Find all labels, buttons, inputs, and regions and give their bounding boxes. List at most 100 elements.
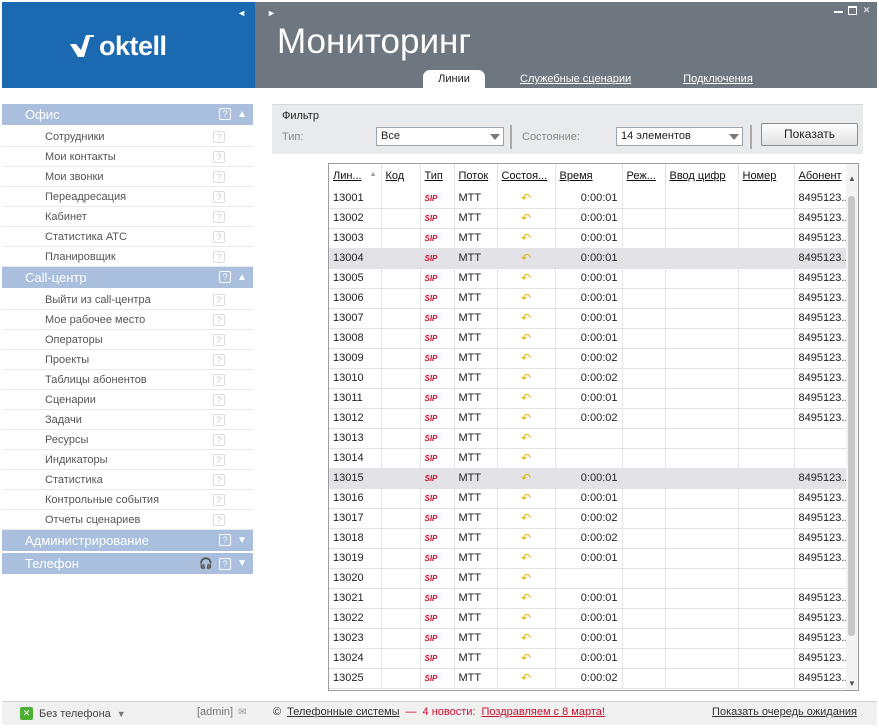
help-icon[interactable]: ? xyxy=(213,334,225,346)
scrollbar-thumb[interactable] xyxy=(848,196,855,636)
help-icon[interactable]: ? xyxy=(213,514,225,526)
table-row[interactable]: 13001 SIP MTT ↶ 0:00:01 8495123... xyxy=(329,188,848,209)
help-icon[interactable]: ? xyxy=(213,474,225,486)
table-row[interactable]: 13013 SIP MTT ↶ xyxy=(329,428,848,449)
sidebar-item[interactable]: Кабинет? xyxy=(2,207,253,227)
table-row[interactable]: 13022 SIP MTT ↶ 0:00:01 8495123... xyxy=(329,608,848,629)
table-row[interactable]: 13023 SIP MTT ↶ 0:00:01 8495123... xyxy=(329,628,848,649)
column-header[interactable]: Реж... xyxy=(622,164,666,188)
sidebar-item[interactable]: Мои звонки? xyxy=(2,167,253,187)
sidebar-item[interactable]: Мое рабочее место? xyxy=(2,310,253,330)
column-header[interactable]: Код xyxy=(381,164,421,188)
expand-section-icon[interactable]: ▼ xyxy=(237,535,247,546)
collapse-sidebar-icon[interactable]: ◄ xyxy=(237,8,246,18)
column-header[interactable]: Поток xyxy=(454,164,498,188)
sidebar-item[interactable]: Отчеты сценариев? xyxy=(2,510,253,530)
column-header[interactable]: Ввод цифр xyxy=(665,164,739,188)
table-row[interactable]: 13009 SIP MTT ↶ 0:00:02 8495123... xyxy=(329,348,848,369)
column-header[interactable]: Лин... ▲ xyxy=(329,164,382,188)
sidebar-item[interactable]: Таблицы абонентов? xyxy=(2,370,253,390)
help-icon[interactable]: ? xyxy=(213,394,225,406)
table-row[interactable]: 13021 SIP MTT ↶ 0:00:01 8495123... xyxy=(329,588,848,609)
tab-service-scenarios[interactable]: Служебные сценарии xyxy=(520,70,631,88)
help-icon[interactable]: ? xyxy=(213,314,225,326)
state-select[interactable]: 14 элементов xyxy=(616,127,743,146)
sidebar-section-header[interactable]: Администрирование? ▼ xyxy=(2,530,253,551)
collapse-section-icon[interactable]: ▲ xyxy=(237,109,247,120)
scroll-up-icon[interactable]: ▲ xyxy=(848,174,856,183)
help-icon[interactable]: ? xyxy=(213,434,225,446)
help-icon[interactable]: ? xyxy=(213,251,225,263)
table-row[interactable]: 13024 SIP MTT ↶ 0:00:01 8495123... xyxy=(329,648,848,669)
help-icon[interactable]: ? xyxy=(213,454,225,466)
table-row[interactable]: 13014 SIP MTT ↶ xyxy=(329,448,848,469)
collapse-section-icon[interactable]: ▲ xyxy=(237,272,247,283)
help-icon[interactable]: ? xyxy=(213,171,225,183)
help-icon[interactable]: ? xyxy=(213,414,225,426)
close-icon[interactable]: ✕ xyxy=(862,6,871,15)
column-header[interactable]: Время xyxy=(555,164,623,188)
table-row[interactable]: 13020 SIP MTT ↶ xyxy=(329,568,848,589)
type-select[interactable]: Все xyxy=(376,127,504,146)
sidebar-section-header[interactable]: Офис? ▲ xyxy=(2,104,253,125)
column-header[interactable]: Номер xyxy=(738,164,795,188)
help-icon[interactable]: ? xyxy=(213,211,225,223)
table-row[interactable]: 13025 SIP MTT ↶ 0:00:02 8495123... xyxy=(329,668,848,689)
table-row[interactable]: 13012 SIP MTT ↶ 0:00:02 8495123... xyxy=(329,408,848,429)
sidebar-item[interactable]: Переадресация? xyxy=(2,187,253,207)
table-row[interactable]: 13006 SIP MTT ↶ 0:00:01 8495123... xyxy=(329,288,848,309)
maximize-icon[interactable] xyxy=(848,6,857,15)
table-row[interactable]: 13015 SIP MTT ↶ 0:00:01 8495123... xyxy=(329,468,848,489)
company-link[interactable]: Телефонные системы xyxy=(287,706,399,718)
sidebar-item[interactable]: Проекты? xyxy=(2,350,253,370)
table-row[interactable]: 13019 SIP MTT ↶ 0:00:01 8495123... xyxy=(329,548,848,569)
sidebar-item[interactable]: Выйти из call-центра? xyxy=(2,290,253,310)
phone-status[interactable]: ✕ Без телефона ▼ xyxy=(20,707,126,720)
table-row[interactable]: 13002 SIP MTT ↶ 0:00:01 8495123... xyxy=(329,208,848,229)
column-header[interactable]: Абонент xyxy=(794,164,848,188)
sidebar-item[interactable]: Операторы? xyxy=(2,330,253,350)
sidebar-section-header[interactable]: Call-центр? ▲ xyxy=(2,267,253,288)
column-header[interactable]: Тип xyxy=(420,164,455,188)
sidebar-item[interactable]: Ресурсы? xyxy=(2,430,253,450)
table-row[interactable]: 13005 SIP MTT ↶ 0:00:01 8495123... xyxy=(329,268,848,289)
sidebar-item[interactable]: Планировщик? xyxy=(2,247,253,267)
table-row[interactable]: 13004 SIP MTT ↶ 0:00:01 8495123... xyxy=(329,248,848,269)
tab-connections[interactable]: Подключения xyxy=(683,70,753,88)
sidebar-item[interactable]: Мои контакты? xyxy=(2,147,253,167)
help-icon[interactable]: ? xyxy=(213,294,225,306)
help-icon[interactable]: ? xyxy=(213,151,225,163)
sidebar-item[interactable]: Задачи? xyxy=(2,410,253,430)
minimize-icon[interactable] xyxy=(834,6,843,13)
table-row[interactable]: 13018 SIP MTT ↶ 0:00:02 8495123... xyxy=(329,528,848,549)
table-row[interactable]: 13010 SIP MTT ↶ 0:00:02 8495123... xyxy=(329,368,848,389)
table-row[interactable]: 13007 SIP MTT ↶ 0:00:01 8495123... xyxy=(329,308,848,329)
news-link[interactable]: Поздравляем с 8 марта! xyxy=(482,706,605,718)
column-header[interactable]: Состоя... xyxy=(497,164,556,188)
expand-section-icon[interactable]: ▼ xyxy=(237,558,247,569)
help-icon[interactable]: ? xyxy=(213,354,225,366)
table-row[interactable]: 13008 SIP MTT ↶ 0:00:01 8495123... xyxy=(329,328,848,349)
help-icon[interactable]: ? xyxy=(219,271,232,283)
sidebar-section-header[interactable]: Телефон 🎧? ▼ xyxy=(2,553,253,574)
help-icon[interactable]: ? xyxy=(219,557,232,570)
help-icon[interactable]: ? xyxy=(213,494,225,506)
show-button[interactable]: Показать xyxy=(761,123,858,146)
table-row[interactable]: 13003 SIP MTT ↶ 0:00:01 8495123... xyxy=(329,228,848,249)
help-icon[interactable]: ? xyxy=(213,374,225,386)
help-icon[interactable]: ? xyxy=(213,131,225,143)
table-row[interactable]: 13017 SIP MTT ↶ 0:00:02 8495123... xyxy=(329,508,848,529)
help-icon[interactable]: ? xyxy=(213,231,225,243)
show-queue-link[interactable]: Показать очередь ожидания xyxy=(712,706,857,718)
sidebar-item[interactable]: Сотрудники? xyxy=(2,127,253,147)
sidebar-item[interactable]: Статистика АТС? xyxy=(2,227,253,247)
expand-icon[interactable]: ► xyxy=(267,8,276,18)
help-icon[interactable]: ? xyxy=(219,108,232,120)
sidebar-item[interactable]: Индикаторы? xyxy=(2,450,253,470)
help-icon[interactable]: ? xyxy=(219,534,232,546)
sidebar-item[interactable]: Статистика? xyxy=(2,470,253,490)
tab-lines[interactable]: Линии xyxy=(423,70,485,88)
sidebar-item[interactable]: Контрольные события? xyxy=(2,490,253,510)
table-row[interactable]: 13016 SIP MTT ↶ 0:00:01 8495123... xyxy=(329,488,848,509)
headset-icon[interactable]: 🎧 xyxy=(199,557,213,570)
